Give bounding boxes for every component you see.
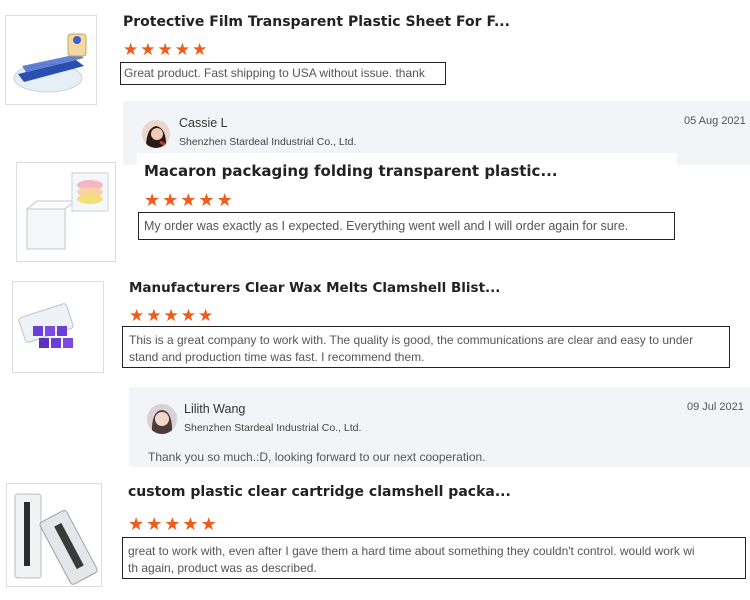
review-comment-line: great to work with, even after I gave th… <box>128 544 695 558</box>
protective-film-image <box>13 33 87 93</box>
review-comment: great to work with, even after I gave th… <box>122 537 746 579</box>
star-icon: ★ <box>198 306 214 325</box>
review-comment-line: This is a great company to work with. Th… <box>129 333 694 347</box>
rating-stars: ★ ★ ★ ★ ★ <box>128 515 219 534</box>
star-icon: ★ <box>163 306 179 325</box>
star-icon: ★ <box>128 514 145 534</box>
star-icon: ★ <box>164 514 181 534</box>
review-comment-line: stand and production time was fast. I re… <box>129 350 425 364</box>
star-icon: ★ <box>200 514 217 534</box>
review-comment: This is a great company to work with. Th… <box>122 326 730 368</box>
product-thumbnail[interactable] <box>6 483 102 587</box>
product-title[interactable]: Manufacturers Clear Wax Melts Clamshell … <box>129 280 500 296</box>
rating-stars: ★ ★ ★ ★ ★ <box>123 41 209 59</box>
product-thumbnail[interactable] <box>5 15 97 105</box>
star-icon: ★ <box>144 190 161 210</box>
product-title[interactable]: custom plastic clear cartridge clamshell… <box>128 484 511 500</box>
replier-name: Cassie L <box>179 116 228 130</box>
avatar <box>147 404 177 434</box>
rating-stars: ★ ★ ★ ★ ★ <box>129 307 215 325</box>
reply-date: 09 Jul 2021 <box>687 401 744 413</box>
star-icon: ★ <box>180 190 197 210</box>
review-comment: Great product. Fast shipping to USA with… <box>120 62 446 85</box>
product-title[interactable]: Protective Film Transparent Plastic Shee… <box>123 14 510 30</box>
replier-company: Shenzhen Stardeal Industrial Co., Ltd. <box>184 422 362 434</box>
star-icon: ★ <box>123 40 139 59</box>
avatar <box>142 120 170 148</box>
star-icon: ★ <box>157 40 173 59</box>
star-icon: ★ <box>146 514 163 534</box>
star-icon: ★ <box>182 514 199 534</box>
star-icon: ★ <box>180 306 196 325</box>
rating-stars: ★ ★ ★ ★ ★ <box>144 191 235 210</box>
star-icon: ★ <box>140 40 156 59</box>
reply-text: Thank you so much.:D, looking forward to… <box>148 450 486 464</box>
star-icon: ★ <box>216 190 233 210</box>
product-thumbnail[interactable] <box>16 162 116 262</box>
star-icon: ★ <box>192 40 208 59</box>
review-comment-line: th again, product was as described. <box>128 561 317 575</box>
star-icon: ★ <box>198 190 215 210</box>
cartridge-clamshell-image <box>14 493 98 585</box>
reply-date: 05 Aug 2021 <box>684 115 746 127</box>
replier-name: Lilith Wang <box>184 402 246 416</box>
star-icon: ★ <box>146 306 162 325</box>
review-comment: My order was exactly as I expected. Ever… <box>138 212 675 240</box>
star-icon: ★ <box>174 40 190 59</box>
star-icon: ★ <box>162 190 179 210</box>
wax-melt-clamshell-image <box>18 303 74 348</box>
product-thumbnail[interactable] <box>12 281 104 373</box>
product-title[interactable]: Macaron packaging folding transparent pl… <box>144 162 558 180</box>
macaron-box-image <box>25 172 109 250</box>
replier-company: Shenzhen Stardeal Industrial Co., Ltd. <box>179 136 357 148</box>
star-icon: ★ <box>129 306 145 325</box>
